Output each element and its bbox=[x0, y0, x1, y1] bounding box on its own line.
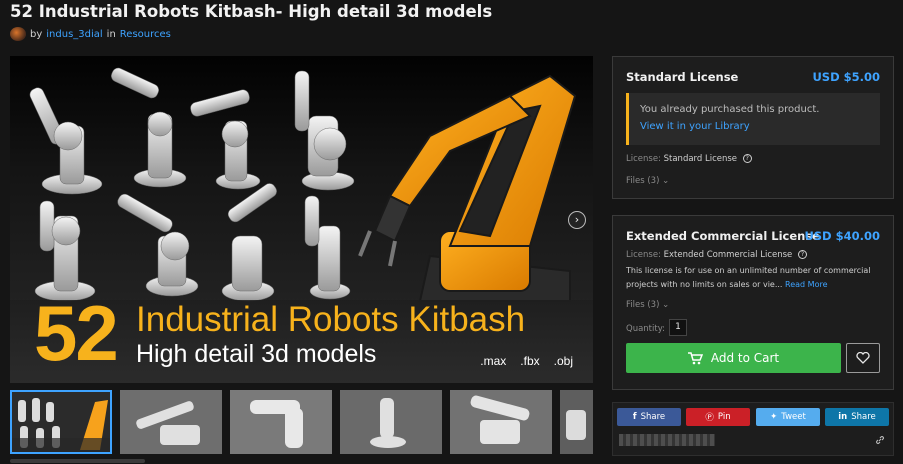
share-panel: f Share Ⓟ Pin ✦ Tweet in Share bbox=[612, 402, 894, 456]
extended-license-panel: Extended Commercial License USD $40.00 L… bbox=[612, 215, 894, 390]
view-library-link[interactable]: View it in your Library bbox=[640, 121, 750, 132]
heart-icon bbox=[856, 352, 870, 364]
extended-license-meta: License: Extended Commercial License ? bbox=[626, 250, 807, 260]
license-label: License: bbox=[626, 154, 661, 164]
thumbnail-scrollbar[interactable] bbox=[10, 459, 145, 463]
thumbnail-1-art bbox=[10, 390, 112, 454]
info-icon[interactable]: ? bbox=[742, 154, 752, 163]
linkedin-icon: in bbox=[838, 412, 848, 422]
license-value: Extended Commercial License bbox=[663, 250, 793, 260]
facebook-icon: f bbox=[632, 412, 637, 422]
linkedin-share-label: Share bbox=[851, 412, 876, 422]
info-icon[interactable]: ? bbox=[798, 250, 807, 259]
facebook-share-label: Share bbox=[640, 412, 666, 422]
link-icon[interactable] bbox=[875, 435, 885, 445]
chevron-down-icon: ⌄ bbox=[662, 176, 670, 186]
extended-license-price: USD $40.00 bbox=[804, 229, 880, 243]
author-link[interactable]: indus_3dial bbox=[46, 29, 102, 40]
thumbnail-5[interactable] bbox=[450, 390, 552, 454]
format-obj: .obj bbox=[553, 354, 573, 368]
license-description: This license is for use on an unlimited … bbox=[626, 264, 882, 292]
product-preview-image[interactable]: 52 Industrial Robots Kitbash High detail… bbox=[10, 56, 593, 383]
standard-license-meta: License: Standard License ? bbox=[626, 154, 752, 164]
quantity-label: Quantity: bbox=[626, 324, 665, 334]
wishlist-button[interactable] bbox=[846, 343, 880, 373]
thumbnail-6-art bbox=[560, 390, 593, 454]
chevron-right-icon[interactable]: › bbox=[568, 211, 586, 229]
add-to-cart-label: Add to Cart bbox=[710, 351, 780, 365]
share-url-blurred bbox=[619, 434, 715, 446]
in-label: in bbox=[106, 28, 116, 40]
thumbnail-4[interactable] bbox=[340, 390, 442, 454]
standard-files-toggle[interactable]: Files (3) ⌄ bbox=[626, 176, 669, 186]
format-max: .max bbox=[480, 354, 507, 368]
standard-license-panel: Standard License USD $5.00 You already p… bbox=[612, 56, 894, 199]
pinterest-pin-label: Pin bbox=[717, 412, 731, 422]
thumbnail-6[interactable] bbox=[560, 390, 593, 454]
thumbnail-2-art bbox=[120, 390, 222, 454]
byline: by indus_3dial in Resources bbox=[10, 27, 171, 41]
thumbnail-5-art bbox=[450, 390, 552, 454]
pinterest-pin-button[interactable]: Ⓟ Pin bbox=[686, 408, 750, 426]
page-title: 52 Industrial Robots Kitbash- High detai… bbox=[10, 2, 493, 21]
extended-license-title: Extended Commercial License bbox=[626, 229, 820, 243]
thumbnail-2[interactable] bbox=[120, 390, 222, 454]
files-label: Files (3) bbox=[626, 176, 660, 186]
twitter-tweet-button[interactable]: ✦ Tweet bbox=[756, 408, 820, 426]
preview-subline: High detail 3d models bbox=[136, 340, 377, 368]
preview-number: 52 bbox=[34, 289, 119, 377]
chevron-down-icon: ⌄ bbox=[662, 300, 670, 310]
standard-license-price: USD $5.00 bbox=[812, 70, 880, 84]
thumbnail-1[interactable] bbox=[10, 390, 112, 454]
thumbnail-strip bbox=[10, 390, 593, 454]
format-fbx: .fbx bbox=[520, 354, 540, 368]
cart-icon bbox=[687, 351, 703, 364]
format-list: .max .fbx .obj bbox=[480, 354, 573, 368]
thumbnail-3[interactable] bbox=[230, 390, 332, 454]
quantity-input[interactable]: 1 bbox=[669, 319, 687, 336]
facebook-share-button[interactable]: f Share bbox=[617, 408, 681, 426]
standard-license-title: Standard License bbox=[626, 70, 739, 84]
pinterest-icon: Ⓟ bbox=[705, 413, 714, 423]
thumbnail-3-art bbox=[230, 390, 332, 454]
purchased-notice-text: You already purchased this product. bbox=[640, 104, 820, 115]
purchased-notice: You already purchased this product. View… bbox=[626, 93, 880, 145]
files-label: Files (3) bbox=[626, 300, 660, 310]
twitter-icon: ✦ bbox=[770, 412, 778, 422]
by-label: by bbox=[30, 28, 43, 40]
add-to-cart-button[interactable]: Add to Cart bbox=[626, 343, 841, 373]
preview-headline: Industrial Robots Kitbash bbox=[136, 300, 526, 339]
extended-files-toggle[interactable]: Files (3) ⌄ bbox=[626, 300, 669, 310]
author-avatar[interactable] bbox=[10, 27, 26, 41]
license-label: License: bbox=[626, 250, 661, 260]
license-description-text: This license is for use on an unlimited … bbox=[626, 266, 871, 289]
read-more-link[interactable]: Read More bbox=[785, 280, 827, 289]
category-link[interactable]: Resources bbox=[120, 29, 171, 40]
twitter-tweet-label: Tweet bbox=[781, 412, 806, 422]
thumbnail-4-art bbox=[340, 390, 442, 454]
license-value: Standard License bbox=[663, 154, 738, 164]
linkedin-share-button[interactable]: in Share bbox=[825, 408, 889, 426]
robot-render-artwork bbox=[29, 67, 577, 302]
